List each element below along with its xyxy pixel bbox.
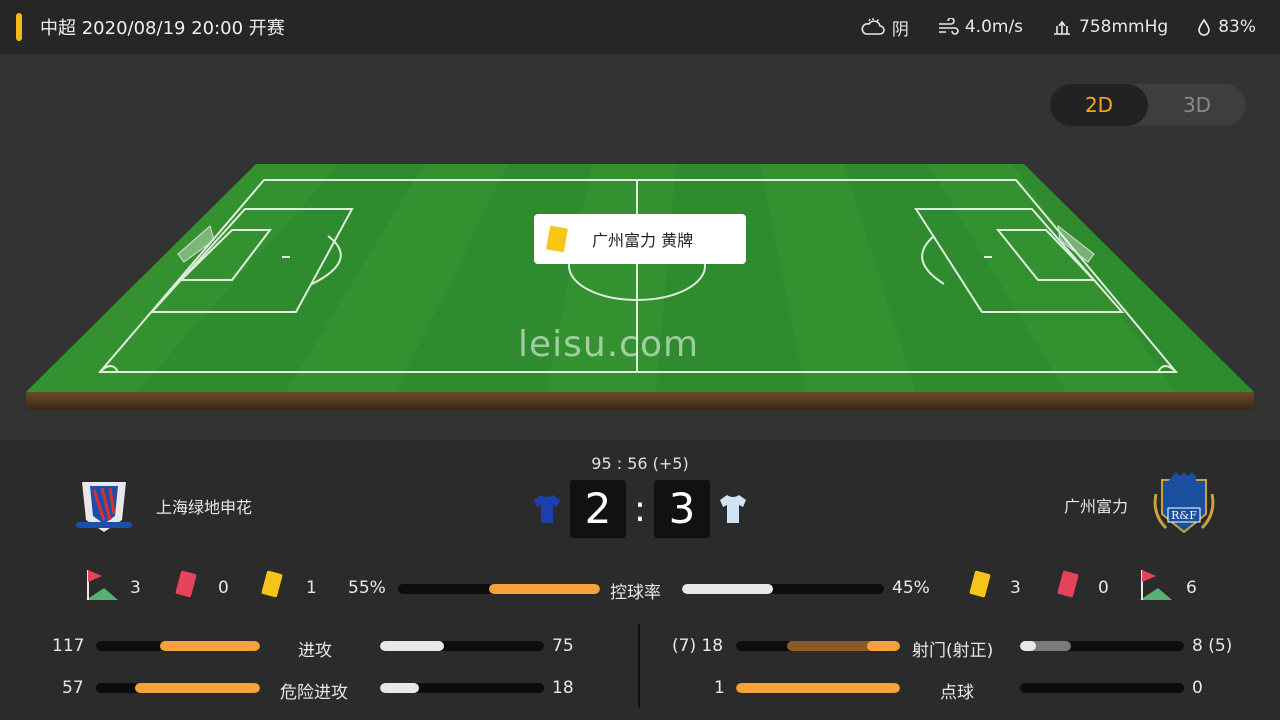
humidity: 83% [1196, 17, 1256, 37]
away-corners: 6 [1186, 578, 1197, 598]
view-toggle: 2D 3D [1050, 84, 1246, 126]
wind-speed: 4.0m/s [937, 17, 1023, 37]
stat-away-fill [380, 641, 444, 651]
home-team-name: 上海绿地申花 [156, 498, 253, 517]
stat-away-bar [380, 683, 544, 693]
home-yellow-card-icon [261, 570, 283, 598]
event-popup: 广州富力 黄牌 [534, 214, 746, 264]
stats-panel: 95 : 56 (+5) 上海绿地申花 2 : 3 广州富力 R&F 3 0 1… [0, 440, 1280, 720]
stat-away-value: 8 (5) [1192, 636, 1233, 656]
home-corner-flag-icon [86, 570, 118, 600]
possession-label: 控球率 [610, 583, 661, 603]
scoreboard: 2 : 3 [530, 480, 750, 538]
weather-text: 阴 [891, 19, 909, 40]
stat-home-bar [96, 641, 260, 651]
home-red-card-icon [175, 570, 197, 598]
home-team: 上海绿地申花 [72, 478, 252, 534]
away-yellow-card-icon [969, 570, 991, 598]
stat-home-value: (7) 18 [672, 636, 724, 656]
air-pressure: 758mmHg [1051, 17, 1168, 37]
wind-icon [938, 18, 959, 35]
stat-home-bar [736, 641, 900, 651]
home-kit-icon [534, 495, 560, 523]
wind-text: 4.0m/s [964, 17, 1024, 37]
header-accent-bar [16, 13, 22, 41]
home-possession-fill [488, 584, 600, 594]
stat-home-value: 1 [714, 678, 725, 698]
rf-logo-icon: R&F [1153, 472, 1215, 534]
away-possession: 45% [892, 578, 930, 598]
away-corner-flag-icon [1140, 570, 1172, 600]
stat-away-value: 75 [552, 636, 574, 656]
humidity-text: 83% [1218, 17, 1256, 37]
weather-condition: 阴 [860, 15, 909, 40]
svg-text:R&F: R&F [1171, 509, 1197, 522]
stat-label: 点球 [940, 683, 974, 703]
stat-home-fill [159, 641, 260, 651]
watermark: leisu.com [518, 324, 700, 365]
weather-bar: 阴 4.0m/s 758mmHg 83% [860, 0, 1256, 54]
stat-away-bar [1020, 641, 1184, 651]
toggle-2d[interactable]: 2D [1050, 84, 1148, 126]
home-red-cards: 0 [218, 578, 229, 598]
match-header: 中超 2020/08/19 20:00 开赛 阴 4.0m/s 758mmHg [0, 0, 1280, 54]
away-red-card-icon [1057, 570, 1079, 598]
pitch-area: 2D 3D 广州富力 黄牌 leisu.com [0, 54, 1280, 440]
home-possession: 55% [348, 578, 386, 598]
possession-row: 3 0 1 55% 控球率 45% 3 0 6 [0, 568, 1280, 608]
stat-home-on-target-fill [867, 641, 900, 651]
stat-label: 危险进攻 [280, 683, 348, 703]
stat-home-value: 117 [52, 636, 85, 656]
toggle-3d[interactable]: 3D [1148, 84, 1246, 126]
away-team-name: 广州富力 [1063, 497, 1128, 516]
stat-away-fill [380, 683, 420, 693]
away-kit-icon [720, 495, 746, 523]
stat-away-value: 18 [552, 678, 574, 698]
away-score: 3 [654, 480, 710, 538]
home-score: 2 [570, 480, 626, 538]
stat-home-value: 57 [62, 678, 84, 698]
match-title: 中超 2020/08/19 20:00 开赛 [40, 18, 285, 39]
away-possession-fill [682, 584, 773, 594]
event-text: 广州富力 黄牌 [592, 231, 694, 250]
shenhua-logo-icon [76, 482, 132, 532]
pressure-text: 758mmHg [1079, 17, 1169, 37]
home-corners: 3 [130, 578, 141, 598]
stat-label: 射门(射正) [912, 641, 994, 661]
stat-home-bar [736, 683, 900, 693]
home-yellow-cards: 1 [306, 578, 317, 598]
yellow-card-icon [546, 225, 568, 253]
stat-label: 进攻 [298, 641, 332, 661]
stat-away-value: 0 [1192, 678, 1203, 698]
pressure-icon [1054, 20, 1071, 35]
stat-home-bar [96, 683, 260, 693]
away-red-cards: 0 [1098, 578, 1109, 598]
home-possession-bar [398, 584, 600, 594]
stat-away-on-target-fill [1020, 641, 1037, 651]
cloud-icon [861, 18, 885, 35]
score-separator: : [633, 488, 647, 530]
away-possession-bar [682, 584, 884, 594]
stat-home-fill [736, 683, 900, 693]
stats-divider [638, 624, 640, 708]
stat-home-fill [135, 683, 260, 693]
pitch-soil-edge [26, 392, 1254, 410]
stat-away-bar [380, 641, 544, 651]
away-yellow-cards: 3 [1010, 578, 1021, 598]
droplet-icon [1198, 18, 1211, 36]
away-team: 广州富力 R&F [1064, 470, 1220, 540]
stat-away-bar [1020, 683, 1184, 693]
